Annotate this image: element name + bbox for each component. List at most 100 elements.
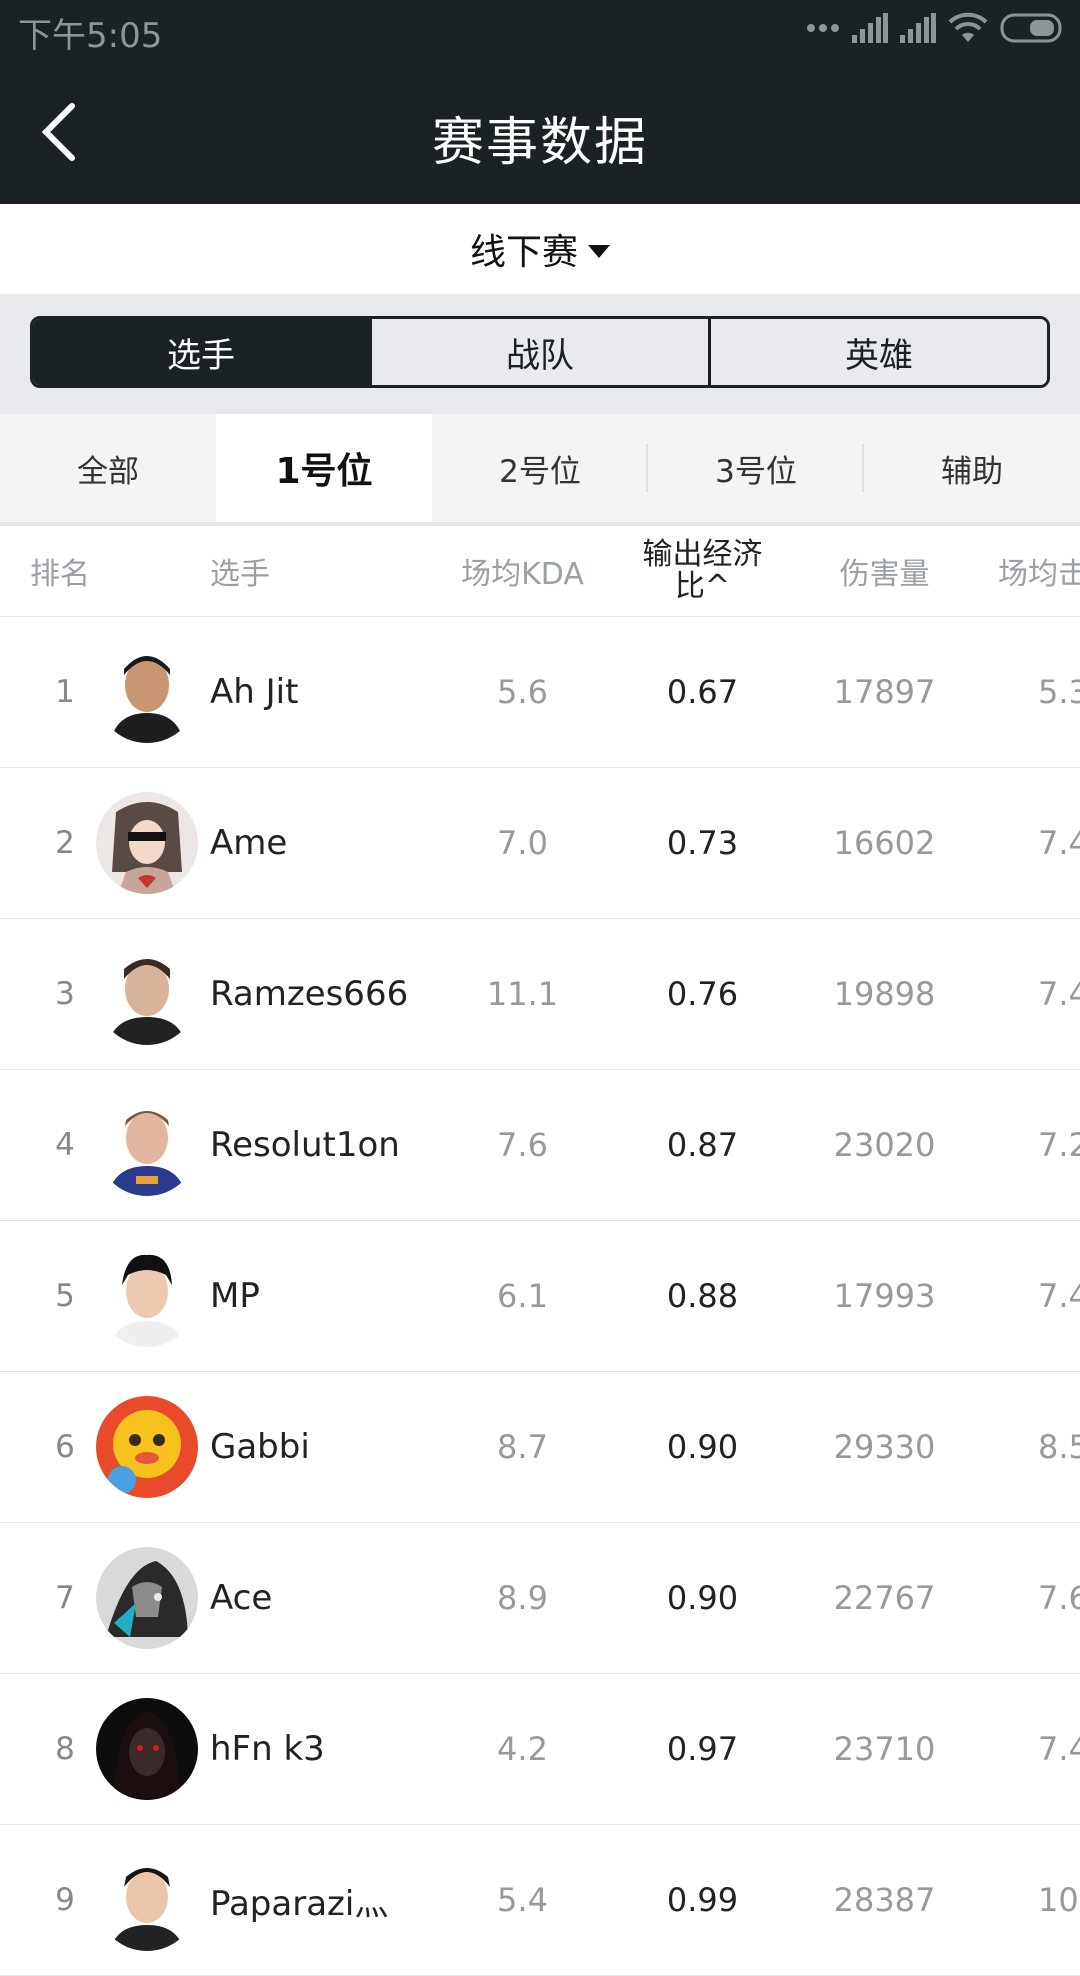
player-name: MP: [210, 1276, 260, 1316]
extra-cell: 7.4: [1038, 1730, 1080, 1768]
avatar: [96, 792, 198, 894]
header-damage[interactable]: 伤害量: [812, 526, 957, 616]
ratio-cell: 0.90: [666, 1428, 739, 1466]
match-type-dropdown[interactable]: 线下赛: [0, 204, 1080, 294]
tab-support[interactable]: 辅助: [864, 414, 1080, 522]
battery-icon: [1000, 13, 1062, 43]
avatar: [96, 1396, 198, 1498]
position-tabs: 全部 1号位 2号位 3号位 辅助: [0, 414, 1080, 526]
tab-pos3[interactable]: 3号位: [648, 414, 864, 522]
extra-cell: 7.2: [1038, 1126, 1080, 1164]
match-type-label: 线下赛: [469, 232, 578, 273]
segment-players[interactable]: 选手: [33, 319, 372, 385]
header-ratio-line2: 比^: [674, 569, 731, 604]
status-icons: [806, 12, 1064, 44]
extra-cell: 7.6: [1038, 1579, 1080, 1617]
damage-cell: 17897: [833, 673, 936, 711]
app-header: 赛事数据: [0, 60, 1080, 204]
kda-cell: 8.7: [497, 1428, 548, 1466]
ratio-cell: 0.88: [666, 1277, 739, 1315]
status-time: 下午5:05: [18, 16, 163, 56]
table-row[interactable]: 5 MP 6.1 0.88 17993 7.4: [0, 1221, 1080, 1372]
kda-cell: 11.1: [486, 975, 559, 1013]
header-rank[interactable]: 排名: [30, 526, 90, 616]
player-name: hFn k3: [210, 1729, 325, 1769]
tab-all[interactable]: 全部: [0, 414, 216, 522]
header-ratio[interactable]: 输出经济 比^: [630, 526, 775, 616]
table-row[interactable]: 8 hFn k3 4.2 0.97 23710 7.4: [0, 1674, 1080, 1825]
ratio-cell: 0.73: [666, 824, 739, 862]
segment-heroes[interactable]: 英雄: [711, 319, 1047, 385]
player-name: Ramzes666: [210, 974, 409, 1014]
rank-cell: 7: [55, 1580, 75, 1616]
kda-cell: 4.2: [497, 1730, 548, 1768]
extra-cell: 10.2: [1038, 1881, 1080, 1919]
header-player: 选手: [210, 557, 270, 592]
segmented-control: 选手 战队 英雄: [30, 316, 1050, 388]
header-extra[interactable]: 场均击: [998, 526, 1080, 616]
avatar: [96, 1094, 198, 1196]
extra-cell: 5.3: [1038, 673, 1080, 711]
kda-cell: 7.6: [497, 1126, 548, 1164]
avatar: [96, 1698, 198, 1800]
segment-container: 选手 战队 英雄: [0, 294, 1080, 414]
wifi-icon: [948, 12, 988, 42]
ratio-cell: 0.97: [666, 1730, 739, 1768]
table-row[interactable]: 6 Gabbi 8.7 0.90 29330 8.5: [0, 1372, 1080, 1523]
kda-cell: 5.6: [497, 673, 548, 711]
segment-teams[interactable]: 战队: [372, 319, 711, 385]
rank-cell: 6: [55, 1429, 75, 1465]
damage-cell: 19898: [833, 975, 936, 1013]
damage-cell: 22767: [833, 1579, 936, 1617]
damage-cell: 28387: [833, 1881, 936, 1919]
header-ratio-line1: 输出经济: [642, 537, 763, 572]
caret-down-icon: [588, 244, 610, 258]
signal-icon-2: [900, 13, 936, 43]
player-table-body: 1 Ah Jit 5.6 0.67 17897 5.3 2 Ame 7.0 0.…: [0, 617, 1080, 1976]
player-name: Ace: [210, 1578, 273, 1618]
tab-pos1[interactable]: 1号位: [216, 414, 432, 522]
avatar: [96, 943, 198, 1045]
kda-cell: 6.1: [497, 1277, 548, 1315]
damage-cell: 29330: [833, 1428, 936, 1466]
rank-cell: 2: [55, 825, 75, 861]
kda-cell: 7.0: [497, 824, 548, 862]
table-row[interactable]: 3 Ramzes666 11.1 0.76 19898 7.4: [0, 919, 1080, 1070]
ratio-cell: 0.87: [666, 1126, 739, 1164]
table-header: 排名 选手 场均KDA 输出经济 比^ 伤害量 场均击: [0, 526, 1080, 617]
damage-cell: 17993: [833, 1277, 936, 1315]
extra-cell: 7.4: [1038, 1277, 1080, 1315]
player-name: Resolut1on: [210, 1125, 400, 1165]
table-row[interactable]: 4 Resolut1on 7.6 0.87 23020 7.2: [0, 1070, 1080, 1221]
ratio-cell: 0.67: [666, 673, 739, 711]
kda-cell: 5.4: [497, 1881, 548, 1919]
avatar: [96, 1245, 198, 1347]
rank-cell: 5: [55, 1278, 75, 1314]
damage-cell: 23710: [833, 1730, 936, 1768]
damage-cell: 23020: [833, 1126, 936, 1164]
extra-cell: 7.4: [1038, 824, 1080, 862]
more-dots-icon: [807, 24, 839, 32]
player-name: Paparazi灬: [210, 1883, 389, 1924]
rank-cell: 9: [55, 1882, 75, 1918]
page-title: 赛事数据: [431, 113, 648, 173]
player-name: Ame: [210, 823, 288, 863]
tab-pos2[interactable]: 2号位: [432, 414, 648, 522]
rank-cell: 3: [55, 976, 75, 1012]
player-name: Ah Jit: [210, 672, 299, 712]
ratio-cell: 0.99: [666, 1881, 739, 1919]
table-row[interactable]: 7 Ace 8.9 0.90 22767 7.6: [0, 1523, 1080, 1674]
table-row[interactable]: 1 Ah Jit 5.6 0.67 17897 5.3: [0, 617, 1080, 768]
avatar: [96, 1849, 198, 1951]
status-bar: 下午5:05: [0, 0, 1080, 60]
player-name: Gabbi: [210, 1427, 310, 1467]
table-row[interactable]: 2 Ame 7.0 0.73 16602 7.4: [0, 768, 1080, 919]
extra-cell: 7.4: [1038, 975, 1080, 1013]
kda-cell: 8.9: [497, 1579, 548, 1617]
header-kda[interactable]: 场均KDA: [450, 526, 595, 616]
ratio-cell: 0.90: [666, 1579, 739, 1617]
avatar: [96, 641, 198, 743]
rank-cell: 8: [55, 1731, 75, 1767]
signal-icon: [852, 13, 888, 43]
table-row[interactable]: 9 Paparazi灬 5.4 0.99 28387 10.2: [0, 1825, 1080, 1976]
